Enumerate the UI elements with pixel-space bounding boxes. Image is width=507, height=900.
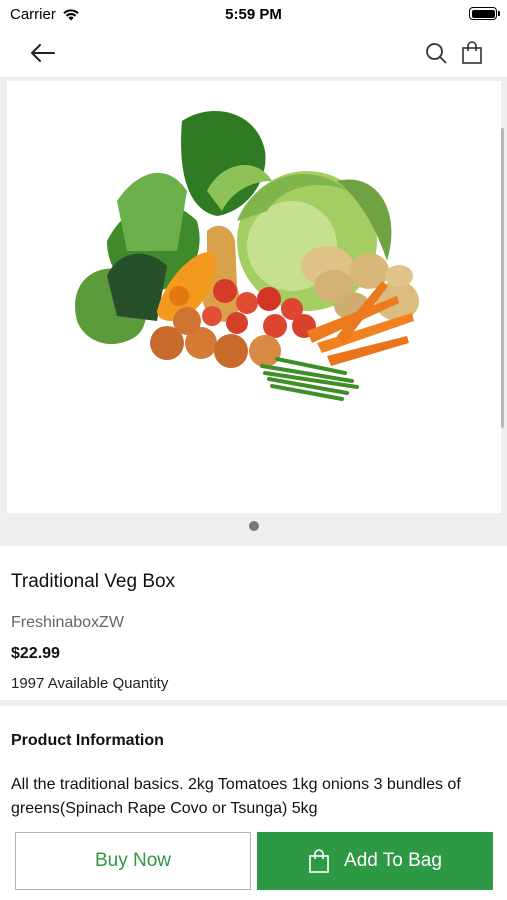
section-divider (0, 700, 507, 706)
carousel-scrollbar[interactable] (501, 128, 504, 428)
buy-now-label: Buy Now (94, 850, 172, 871)
shopping-bag-icon (462, 41, 482, 64)
nav-bar (0, 28, 507, 78)
vendor-name: FreshinaboxZW (11, 614, 124, 631)
add-to-bag-button[interactable]: Add To Bag (257, 832, 493, 890)
buy-now-button[interactable]: Buy Now (15, 832, 251, 890)
shopping-bag-icon (309, 849, 329, 873)
product-title: Traditional Veg Box (11, 571, 176, 592)
product-price: $22.99 (11, 645, 60, 662)
page-indicator-dot[interactable] (249, 521, 259, 531)
arrow-left-icon (31, 44, 55, 62)
available-quantity: 1997 Available Quantity (11, 675, 169, 692)
product-description: All the traditional basics. 2kg Tomatoes… (11, 776, 461, 817)
product-information-heading: Product Information (11, 732, 164, 749)
back-button[interactable] (26, 36, 60, 70)
search-icon (426, 43, 447, 64)
search-button[interactable] (421, 38, 451, 68)
product-info: Traditional Veg Box FreshinaboxZW $22.99… (0, 546, 507, 700)
product-image (7, 81, 501, 513)
status-time: 5:59 PM (225, 6, 282, 23)
status-bar: Carrier 5:59 PM (0, 0, 507, 28)
image-carousel[interactable] (0, 78, 507, 546)
add-to-bag-label: Add To Bag (344, 850, 442, 871)
bag-button[interactable] (457, 38, 487, 68)
vegetables-illustration (75, 111, 419, 401)
bottom-action-bar: Buy Now Add To Bag (0, 822, 507, 900)
battery-icon (469, 7, 500, 20)
